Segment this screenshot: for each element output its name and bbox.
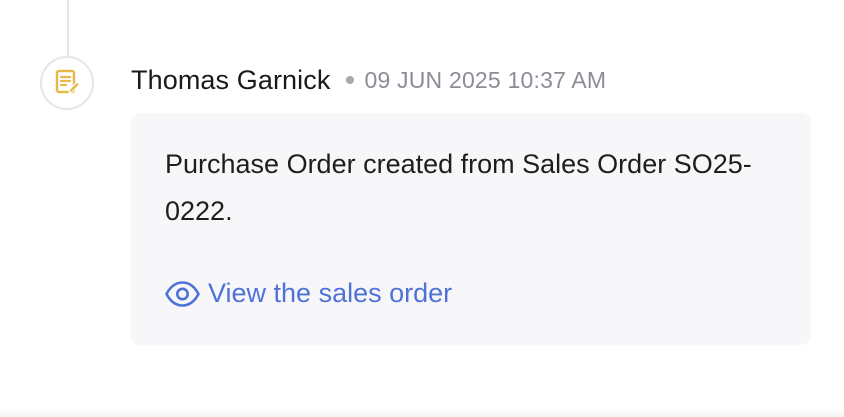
eye-icon [164, 280, 201, 308]
document-edit-icon [52, 68, 82, 98]
separator-dot [346, 76, 355, 84]
activity-timeline: Thomas Garnick 09 JUN 2025 10:37 AM Purc… [0, 0, 844, 417]
activity-header: Thomas Garnick 09 JUN 2025 10:37 AM [131, 62, 606, 98]
timeline-connector [67, 0, 69, 56]
activity-timestamp: 09 JUN 2025 10:37 AM [364, 66, 607, 93]
activity-type-badge [40, 56, 94, 110]
view-sales-order-link[interactable]: View the sales order [164, 278, 452, 309]
activity-message: Purchase Order created from Sales Order … [165, 149, 752, 226]
view-sales-order-label: View the sales order [208, 278, 453, 308]
activity-card: Purchase Order created from Sales Order … [131, 113, 811, 345]
author-name: Thomas Garnick [131, 64, 331, 95]
bottom-divider [0, 409, 844, 417]
